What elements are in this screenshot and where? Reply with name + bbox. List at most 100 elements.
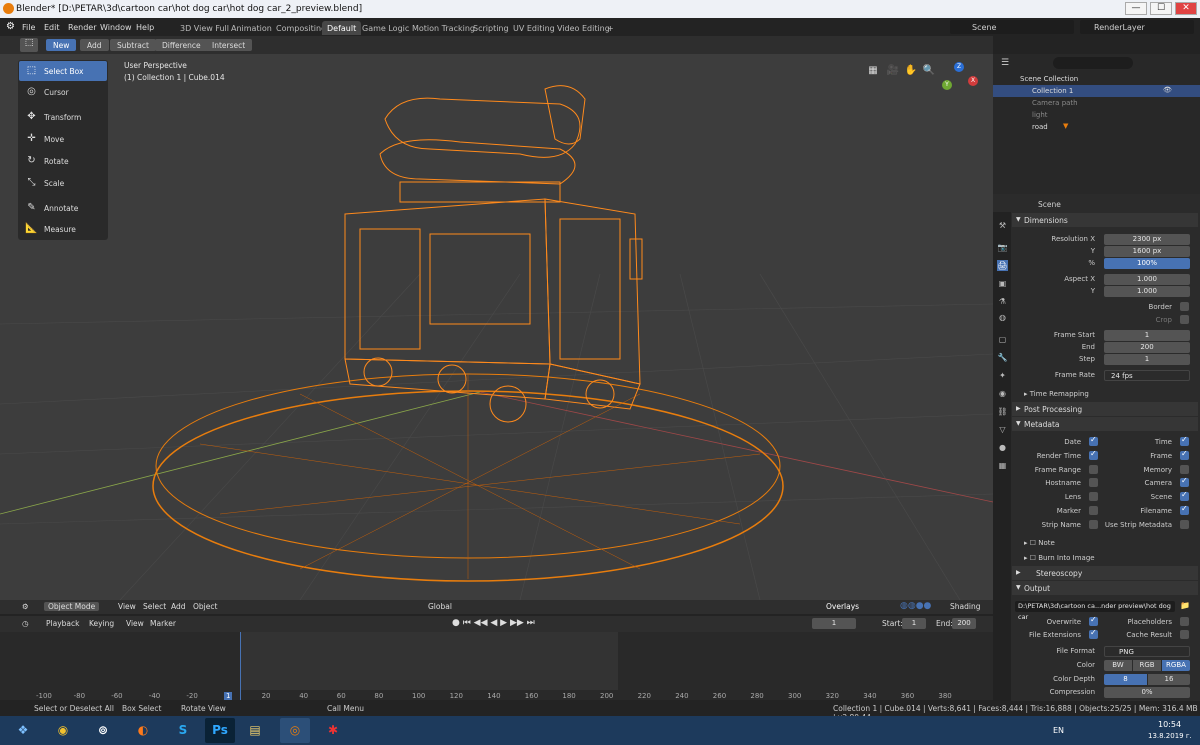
mode-add-button[interactable]: Add (80, 39, 109, 51)
metadata-left-checkbox[interactable] (1089, 449, 1098, 460)
end-frame-field[interactable]: 200 (952, 618, 976, 629)
playback-controls[interactable]: ● ⏮ ◀◀ ◀ ▶ ▶▶ ⏭ (452, 618, 535, 628)
burn-into-image-subpanel[interactable]: ▸ ☐ Burn Into Image (1024, 554, 1095, 562)
add-workspace-button[interactable]: + (602, 21, 619, 35)
start-button-icon[interactable]: ❖ (8, 718, 38, 743)
app-icon[interactable]: ✱ (318, 718, 348, 743)
mode-new-button[interactable]: New (46, 39, 77, 51)
color-rgba-button[interactable]: RGBA (1162, 660, 1190, 671)
constraints-tab-icon[interactable]: ⛓ (997, 406, 1008, 417)
tool-measure[interactable]: 📐 Measure (19, 219, 107, 239)
color-depth-16-button[interactable]: 16 (1148, 674, 1190, 685)
overlays-dropdown[interactable]: Overlays (826, 602, 859, 611)
maximize-button[interactable]: ☐ (1150, 2, 1172, 15)
tool-scale[interactable]: ⤡ Scale (19, 173, 107, 193)
start-frame-field[interactable]: 1 (902, 618, 926, 629)
menu-select[interactable]: Select (143, 602, 166, 611)
tab-game-logic[interactable]: Game Logic (357, 21, 414, 35)
close-button[interactable]: ✕ (1175, 2, 1197, 15)
frame-start-field[interactable]: 1 (1104, 330, 1190, 341)
color-depth-8-button[interactable]: 8 (1104, 674, 1147, 685)
language-indicator[interactable]: EN (1053, 726, 1064, 735)
timeline-area[interactable]: -100 -80 -60 -40 -20 1 20 40 60 80 100 120 140 160 180… (0, 632, 993, 700)
metadata-left-checkbox[interactable] (1089, 435, 1098, 446)
metadata-right-checkbox[interactable] (1180, 449, 1189, 460)
object-mode-dropdown[interactable]: Object Mode (44, 602, 100, 611)
pan-hand-icon[interactable]: ✋ (904, 64, 918, 78)
zoom-icon[interactable]: 🔍 (922, 64, 936, 78)
menu-render[interactable]: Render (68, 23, 96, 32)
metadata-left-checkbox[interactable] (1089, 492, 1098, 502)
gizmo-x[interactable]: X (968, 76, 978, 86)
playback-menu[interactable]: Playback (46, 619, 79, 628)
modifier-tab-icon[interactable]: 🔧 (997, 352, 1008, 363)
photoshop-icon[interactable]: Ps (205, 718, 235, 743)
marker-menu[interactable]: Marker (150, 619, 176, 628)
resolution-y-field[interactable]: 1600 px (1104, 246, 1190, 257)
metadata-right-checkbox[interactable] (1180, 504, 1189, 515)
menu-help[interactable]: Help (136, 23, 154, 32)
3d-viewport[interactable]: User Perspective (1) Collection 1 | Cube… (0, 54, 993, 600)
mode-difference-button[interactable]: Difference (155, 39, 208, 51)
grid-view-icon[interactable]: ▦ (866, 64, 880, 78)
render-tab-icon[interactable]: 📷 (997, 242, 1008, 253)
keying-menu[interactable]: Keying (89, 619, 114, 628)
mode-subtract-button[interactable]: Subtract (110, 39, 156, 51)
tool-transform[interactable]: ✥ Transform (19, 107, 107, 127)
playhead[interactable] (240, 632, 241, 700)
clock-date[interactable]: 13.8.2019 г. (1148, 732, 1192, 740)
folder-icon[interactable]: 📁 (1180, 601, 1190, 610)
compression-field[interactable]: 0% (1104, 687, 1190, 698)
scene-collection-row[interactable]: Scene Collection (993, 73, 1200, 85)
frame-end-field[interactable]: 200 (1104, 342, 1190, 353)
metadata-right-checkbox[interactable] (1180, 490, 1189, 502)
chrome-icon[interactable]: ◉ (48, 718, 78, 743)
tab-animation[interactable]: Animation (226, 21, 277, 35)
editor-type-icon[interactable]: ⚙ (22, 602, 29, 611)
metadata-right-checkbox[interactable] (1180, 476, 1189, 488)
texture-tab-icon[interactable]: ▦ (997, 460, 1008, 471)
minimize-button[interactable]: — (1125, 2, 1147, 15)
renderlayer-selector[interactable]: RenderLayer (1080, 20, 1194, 34)
note-subpanel[interactable]: ▸ ☐ Note (1024, 539, 1055, 547)
outliner-filter-icon[interactable]: ☰ (1001, 58, 1009, 68)
camera-view-icon[interactable]: 🎥 (886, 64, 900, 78)
file-extensions-checkbox[interactable] (1089, 628, 1098, 639)
output-section-header[interactable]: ▼ Output (1012, 581, 1198, 595)
metadata-left-checkbox[interactable] (1089, 519, 1098, 529)
blender-taskbar-icon[interactable]: ◎ (280, 718, 310, 743)
blender-menu-icon[interactable]: ⚙ (6, 21, 15, 32)
shading-modes-icon[interactable]: ◍◍●● (900, 601, 931, 611)
tool-cursor[interactable]: ◎ Cursor (19, 82, 107, 102)
output-tab-icon[interactable]: 🖨 (997, 260, 1008, 271)
overwrite-checkbox[interactable] (1089, 615, 1098, 626)
outliner-search-input[interactable] (1053, 57, 1133, 69)
menu-file[interactable]: File (22, 23, 35, 32)
transform-orientation-dropdown[interactable]: Global (428, 602, 452, 611)
stereoscopy-section-header[interactable]: ▶ Stereoscopy (1012, 566, 1198, 580)
metadata-right-checkbox[interactable] (1180, 435, 1189, 446)
metadata-left-checkbox[interactable] (1089, 506, 1098, 515)
tool-move[interactable]: ✛ Move (19, 129, 107, 149)
tool-select-box[interactable]: ⬚ Select Box (19, 61, 107, 81)
particles-tab-icon[interactable]: ✦ (997, 370, 1008, 381)
scene-tab-icon[interactable]: ⚗ (997, 296, 1008, 307)
outliner-row-road[interactable]: road ▼ (993, 121, 1200, 133)
output-path-field[interactable]: D:\PETAR\3d\cartoon ca...nder preview\ho… (1015, 601, 1175, 621)
menu-add[interactable]: Add (171, 602, 186, 611)
view-layer-tab-icon[interactable]: ▣ (997, 278, 1008, 289)
steam-icon[interactable]: ⊚ (88, 718, 118, 743)
color-bw-button[interactable]: BW (1104, 660, 1132, 671)
tab-scripting[interactable]: Scripting (468, 21, 514, 35)
metadata-left-checkbox[interactable] (1089, 478, 1098, 488)
cache-result-checkbox[interactable] (1180, 630, 1189, 639)
border-checkbox[interactable] (1180, 302, 1189, 311)
gizmo-z[interactable]: Z (954, 62, 964, 72)
firefox-icon[interactable]: ◐ (128, 718, 158, 743)
menu-view[interactable]: View (118, 602, 136, 611)
object-tab-icon[interactable]: ▢ (997, 334, 1008, 345)
placeholders-checkbox[interactable] (1180, 617, 1189, 626)
file-format-dropdown[interactable]: PNG (1104, 646, 1190, 657)
tool-rotate[interactable]: ↻ Rotate (19, 151, 107, 171)
time-remapping-subpanel[interactable]: ▸ Time Remapping (1024, 390, 1089, 398)
